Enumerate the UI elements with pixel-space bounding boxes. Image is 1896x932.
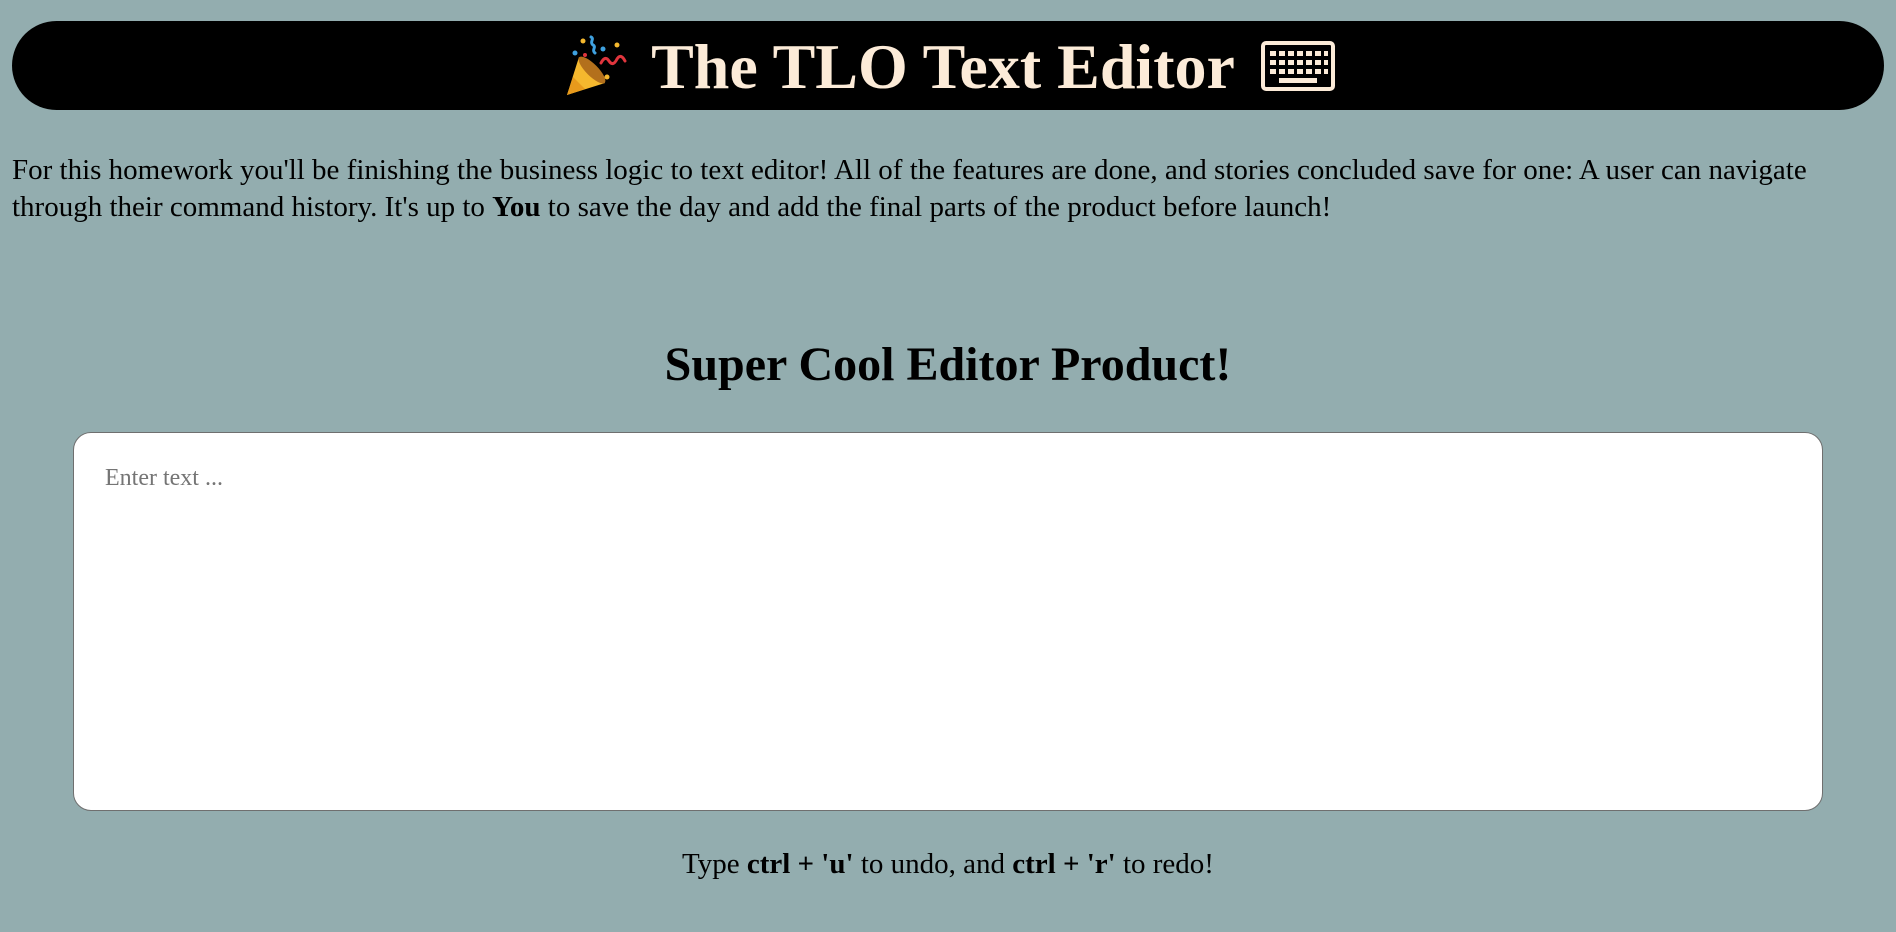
hint-middle: to undo, and bbox=[853, 848, 1013, 880]
header-content: The TLO Text Editor bbox=[561, 33, 1335, 99]
hint-suffix: to redo! bbox=[1115, 848, 1214, 880]
page-title: The TLO Text Editor bbox=[651, 30, 1235, 102]
header-bar: The TLO Text Editor bbox=[12, 21, 1884, 110]
hint-prefix: Type bbox=[682, 848, 747, 880]
intro-text-end: to save the day and add the final parts … bbox=[540, 191, 1332, 223]
undo-shortcut: ctrl + 'u' bbox=[746, 848, 854, 880]
party-popper-icon bbox=[561, 33, 627, 99]
redo-shortcut: ctrl + 'r' bbox=[1012, 848, 1116, 880]
editor-textarea[interactable] bbox=[73, 432, 1823, 811]
keyboard-icon bbox=[1260, 40, 1335, 91]
editor-section-title: Super Cool Editor Product! bbox=[664, 338, 1232, 391]
intro-paragraph: For this homework you'll be finishing th… bbox=[12, 152, 1886, 226]
intro-emphasis: You bbox=[492, 191, 541, 223]
shortcut-hint: Type ctrl + 'u' to undo, and ctrl + 'r' … bbox=[0, 846, 1896, 882]
